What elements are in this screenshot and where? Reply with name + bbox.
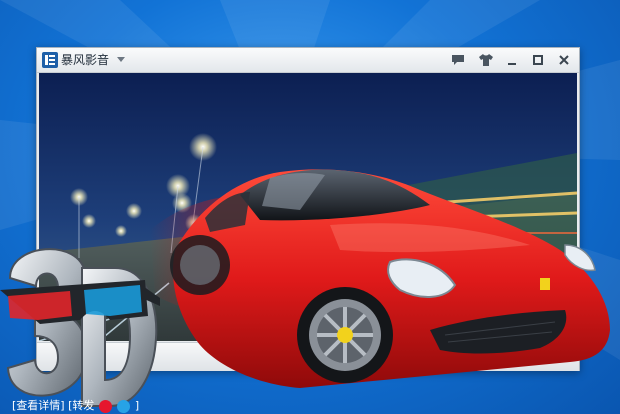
tencent-weibo-icon[interactable]	[117, 399, 131, 413]
chat-bubble-icon[interactable]	[447, 50, 469, 70]
maximize-icon[interactable]	[527, 50, 549, 70]
stop-icon[interactable]	[217, 349, 233, 365]
share-bracket-close: ]	[134, 399, 140, 412]
previous-icon[interactable]	[249, 349, 265, 365]
3d-glasses-logo	[0, 248, 160, 407]
minimize-icon[interactable]	[501, 50, 523, 70]
weibo-icon[interactable]	[98, 399, 112, 413]
share-link[interactable]: [转发	[68, 399, 94, 413]
tshirt-skin-icon[interactable]	[475, 50, 497, 70]
title-bar[interactable]: 暴风影音	[37, 48, 579, 73]
storm-logo-icon	[42, 52, 58, 68]
view-details-link[interactable]: [查看详情]	[12, 399, 65, 413]
chevron-down-icon[interactable]	[117, 57, 125, 62]
close-icon[interactable]	[553, 50, 575, 70]
app-name[interactable]: 暴风影音	[61, 52, 109, 68]
footer-links: [查看详情] [转发 ]	[12, 399, 139, 413]
